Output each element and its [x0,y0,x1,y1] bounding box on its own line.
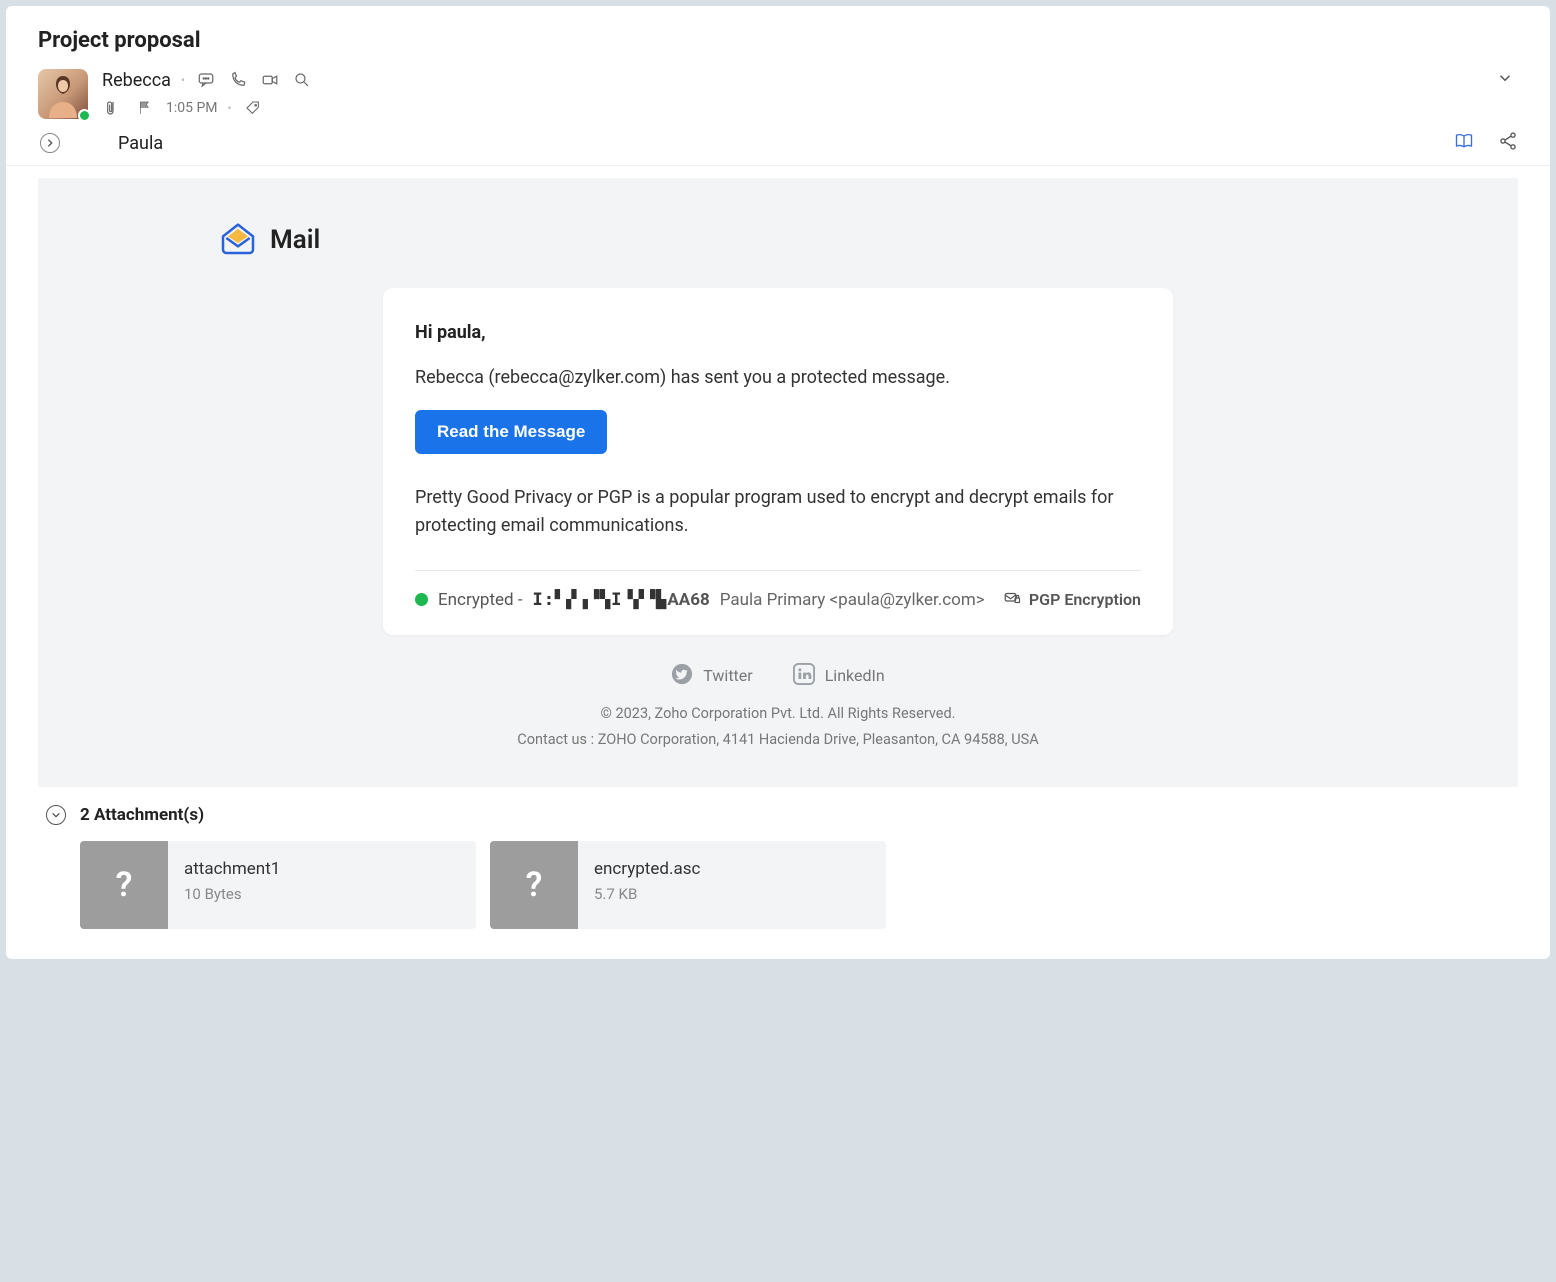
linkedin-label: LinkedIn [825,666,885,685]
encryption-identity: Paula Primary <paula@zylker.com> [720,590,985,610]
message-body-panel: Mail Hi paula, Rebecca (rebecca@zylker.c… [38,178,1518,787]
presence-indicator [78,109,91,122]
chevron-down-icon [46,805,66,825]
attachment-icon[interactable] [102,97,124,119]
video-icon[interactable] [259,69,281,91]
encryption-row: Encrypted - I:▘▞▗▝▚I▝▞▝▙AA68 Paula Prima… [415,589,1141,611]
encrypted-label: Encrypted - [438,590,523,610]
greeting: Hi paula, [415,322,1141,343]
envelope-lock-icon [1003,589,1021,611]
sent-line: Rebecca (rebecca@zylker.com) has sent yo… [415,367,1141,388]
attachments-header[interactable]: 2 Attachment(s) [46,805,1518,825]
search-icon[interactable] [291,69,313,91]
attachments-grid: ? attachment1 10 Bytes ? encrypted.asc 5… [46,841,1518,929]
twitter-link[interactable]: Twitter [671,663,752,689]
protected-message-card: Hi paula, Rebecca (rebecca@zylker.com) h… [383,288,1173,635]
collapse-button[interactable] [1496,69,1514,91]
pgp-badge: PGP Encryption [1003,589,1141,611]
avatar-wrap [38,69,88,119]
subject: Project proposal [38,28,1518,53]
attachment-unknown-icon: ? [490,841,578,929]
attachment-unknown-icon: ? [80,841,168,929]
separator-dot: • [228,101,232,115]
read-message-button[interactable]: Read the Message [415,410,607,454]
twitter-icon [671,663,693,689]
separator-dot: • [181,73,185,87]
expand-recipients-button[interactable] [40,133,60,153]
attachment-name: attachment1 [184,859,280,879]
mail-logo-icon [218,218,258,262]
attachment-size: 5.7 KB [594,885,700,903]
attachments-section: 2 Attachment(s) ? attachment1 10 Bytes ?… [6,787,1550,929]
encrypted-key-obscured: I:▘▞▗▝▚I▝▞▝▙AA68 [533,590,710,610]
linkedin-link[interactable]: LinkedIn [793,663,885,689]
timestamp: 1:05 PM [166,100,218,116]
footer-social: Twitter LinkedIn [38,663,1518,689]
attachments-count: 2 Attachment(s) [80,805,204,825]
chat-icon[interactable] [195,69,217,91]
mail-brand-row: Mail [38,218,1518,288]
attachment-name: encrypted.asc [594,859,700,879]
book-icon[interactable] [1454,131,1474,155]
recipient-row: Paula [6,123,1550,166]
footer-text: © 2023, Zoho Corporation Pvt. Ltd. All R… [38,701,1518,753]
phone-icon[interactable] [227,69,249,91]
twitter-label: Twitter [703,666,752,685]
share-icon[interactable] [1498,131,1518,155]
divider [415,570,1141,571]
flag-icon[interactable] [134,97,156,119]
attachment-size: 10 Bytes [184,885,280,903]
recipient-name[interactable]: Paula [118,133,163,154]
contact-address: Contact us : ZOHO Corporation, 4141 Haci… [38,727,1518,753]
encryption-status-dot [415,593,428,606]
subject-row: Project proposal [6,28,1550,63]
email-view: Project proposal Rebecca • [6,6,1550,959]
sender-name[interactable]: Rebecca [102,70,171,91]
attachment-item[interactable]: ? attachment1 10 Bytes [80,841,476,929]
sender-meta: Rebecca • [6,63,1550,123]
pgp-description: Pretty Good Privacy or PGP is a popular … [415,484,1141,540]
linkedin-icon [793,663,815,689]
attachment-item[interactable]: ? encrypted.asc 5.7 KB [490,841,886,929]
mail-brand-label: Mail [270,225,320,255]
tag-icon[interactable] [242,97,264,119]
pgp-badge-label: PGP Encryption [1029,590,1141,609]
copyright: © 2023, Zoho Corporation Pvt. Ltd. All R… [38,701,1518,727]
